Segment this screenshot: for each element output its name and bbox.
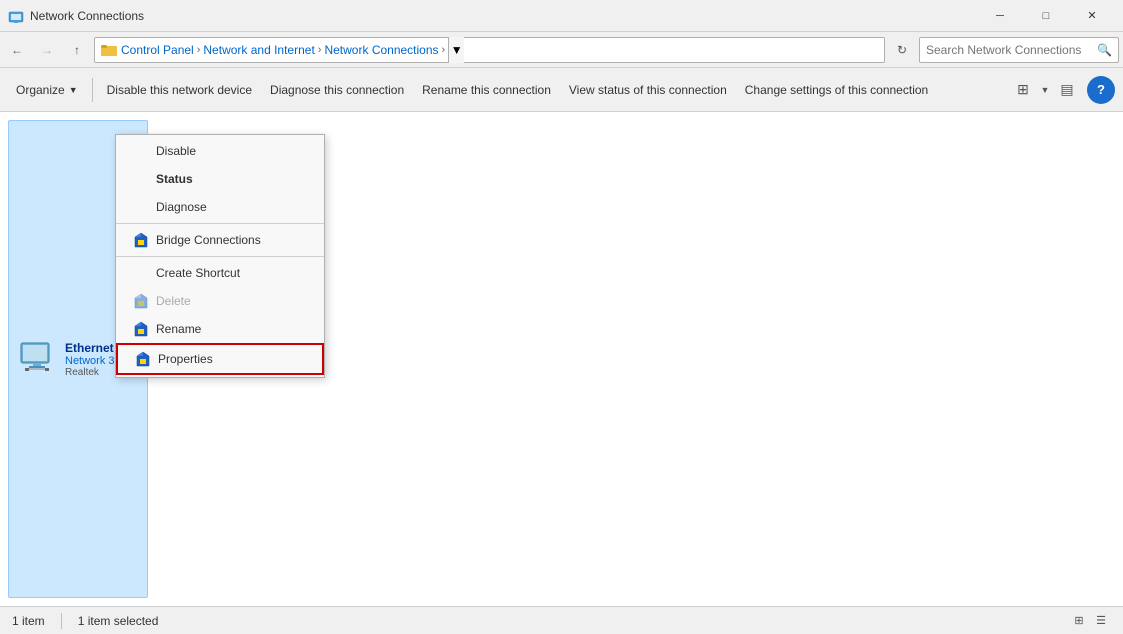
ctx-status[interactable]: Status — [116, 165, 324, 193]
ctx-shortcut-icon — [132, 264, 150, 282]
network-connection-name: Ethernet — [65, 341, 115, 355]
ctx-rename[interactable]: Rename — [116, 315, 324, 343]
ethernet-icon — [17, 341, 57, 377]
status-view-buttons: ⊞ ☰ — [1069, 611, 1111, 631]
status-selected-count: 1 item selected — [78, 614, 159, 628]
title-bar-icon — [8, 8, 24, 24]
network-connection-network: Network 3 — [65, 355, 115, 367]
status-item-count: 1 item — [12, 614, 45, 628]
ctx-delete[interactable]: Delete — [116, 287, 324, 315]
ctx-rename-icon — [132, 320, 150, 338]
ctx-disable[interactable]: Disable — [116, 137, 324, 165]
breadcrumb-bar: Control Panel › Network and Internet › N… — [94, 37, 885, 63]
title-bar-controls: ─ □ ✕ — [977, 0, 1115, 32]
status-details-button[interactable]: ☰ — [1091, 611, 1111, 631]
ctx-properties-icon — [134, 350, 152, 368]
status-separator — [61, 613, 62, 629]
address-bar: ← → ↑ Control Panel › Network and Intern… — [0, 32, 1123, 68]
breadcrumb-dropdown-button[interactable]: ▼ — [448, 37, 464, 63]
minimize-button[interactable]: ─ — [977, 0, 1023, 32]
status-large-icons-button[interactable]: ⊞ — [1069, 611, 1089, 631]
network-item-text: Ethernet Network 3 Realtek — [65, 341, 115, 378]
context-menu: Disable Status Diagnose Bridge Connectio… — [115, 134, 325, 378]
help-button[interactable]: ? — [1087, 76, 1115, 104]
diagnose-button[interactable]: Diagnose this connection — [262, 72, 412, 108]
ctx-diagnose[interactable]: Diagnose — [116, 193, 324, 221]
breadcrumb-folder-icon — [101, 42, 117, 58]
toolbar-separator-1 — [92, 78, 93, 102]
ctx-separator-2 — [116, 256, 324, 257]
title-bar-title: Network Connections — [30, 9, 977, 23]
rename-button[interactable]: Rename this connection — [414, 72, 559, 108]
organize-button[interactable]: Organize ▼ — [8, 72, 86, 108]
breadcrumb-network-connections[interactable]: Network Connections — [324, 43, 438, 57]
network-connection-adapter: Realtek — [65, 367, 115, 378]
breadcrumb-network-internet[interactable]: Network and Internet — [203, 43, 314, 57]
change-settings-button[interactable]: Change settings of this connection — [737, 72, 936, 108]
ctx-delete-icon — [132, 292, 150, 310]
view-status-button[interactable]: View status of this connection — [561, 72, 735, 108]
search-icon: 🔍 — [1097, 43, 1112, 57]
ctx-diagnose-icon — [132, 198, 150, 216]
refresh-button[interactable]: ↻ — [889, 37, 915, 63]
forward-button[interactable]: → — [34, 37, 60, 63]
ctx-create-shortcut[interactable]: Create Shortcut — [116, 259, 324, 287]
ctx-bridge-icon — [132, 231, 150, 249]
maximize-button[interactable]: □ — [1023, 0, 1069, 32]
preview-pane-button[interactable]: ▤ — [1053, 76, 1081, 104]
ctx-properties[interactable]: Properties — [116, 343, 324, 375]
change-view-dropdown[interactable]: ▼ — [1038, 72, 1052, 108]
disable-network-button[interactable]: Disable this network device — [99, 72, 260, 108]
toolbar: Organize ▼ Disable this network device D… — [0, 68, 1123, 112]
title-bar: Network Connections ─ □ ✕ — [0, 0, 1123, 32]
change-view-button[interactable]: ⊞ — [1009, 76, 1037, 104]
toolbar-view-buttons: ⊞ ▼ ▤ — [1009, 72, 1081, 108]
back-button[interactable]: ← — [4, 37, 30, 63]
search-input[interactable] — [926, 43, 1097, 57]
ctx-disable-icon — [132, 142, 150, 160]
ctx-bridge-connections[interactable]: Bridge Connections — [116, 226, 324, 254]
close-button[interactable]: ✕ — [1069, 0, 1115, 32]
organize-dropdown-icon: ▼ — [69, 85, 78, 95]
up-button[interactable]: ↑ — [64, 37, 90, 63]
search-box: 🔍 — [919, 37, 1119, 63]
breadcrumb-control-panel[interactable]: Control Panel — [121, 43, 194, 57]
ctx-status-icon — [132, 170, 150, 188]
status-bar: 1 item 1 item selected ⊞ ☰ — [0, 606, 1123, 634]
ctx-separator-1 — [116, 223, 324, 224]
main-content: Ethernet Network 3 Realtek Disable Statu… — [0, 112, 1123, 606]
